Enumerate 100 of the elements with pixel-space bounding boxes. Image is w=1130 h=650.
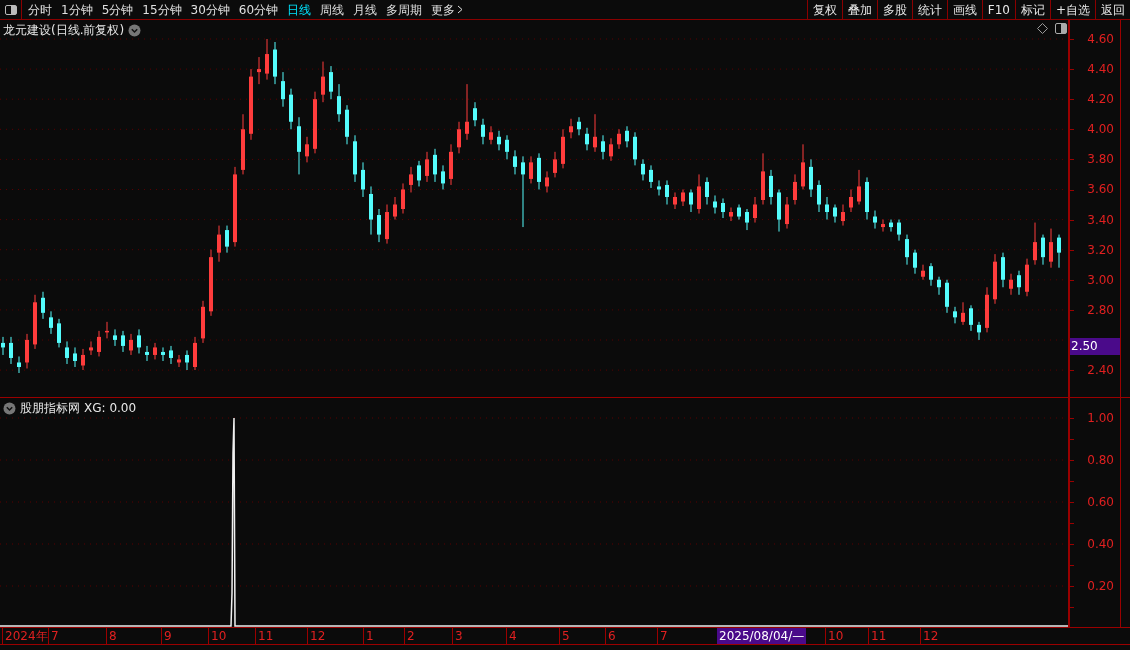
toolbar-button[interactable]: 返回 xyxy=(1095,0,1130,19)
period-tab[interactable]: 5分钟 xyxy=(101,0,134,19)
candle xyxy=(593,113,597,153)
time-axis-label: 10 xyxy=(825,628,844,644)
period-tab[interactable]: 月线 xyxy=(353,0,378,19)
candle xyxy=(353,134,357,183)
candle xyxy=(281,71,285,108)
toolbar-button[interactable]: 画线 xyxy=(946,0,982,19)
diamond-icon[interactable] xyxy=(1037,23,1048,34)
more-button[interactable]: 更多 xyxy=(431,0,464,19)
candle xyxy=(65,340,69,365)
candle xyxy=(465,83,469,141)
candle xyxy=(409,166,413,193)
candle xyxy=(289,88,293,130)
time-axis-label: 11 xyxy=(255,628,274,644)
period-tab[interactable]: 日线 xyxy=(287,0,312,19)
candle xyxy=(961,301,965,326)
candle xyxy=(1017,270,1021,296)
candle xyxy=(177,354,181,368)
candle xyxy=(793,173,797,205)
dropdown-icon[interactable] xyxy=(128,23,142,37)
toolbar-button[interactable]: F10 xyxy=(981,0,1015,19)
candle xyxy=(649,164,653,189)
time-axis-label: 10 xyxy=(208,628,227,644)
candle xyxy=(17,355,21,374)
time-axis-label: 6 xyxy=(605,628,616,644)
candle xyxy=(585,127,589,151)
candle xyxy=(817,179,821,213)
candle xyxy=(609,137,613,162)
price-label: 3.40 xyxy=(1087,212,1114,227)
time-axis-label: 8 xyxy=(106,628,117,644)
indicator-axis-label: 0.60 xyxy=(1087,495,1114,509)
candle xyxy=(625,125,629,148)
toolbar-button[interactable]: 标记 xyxy=(1014,0,1050,19)
time-axis-label: 7 xyxy=(657,628,668,644)
candle xyxy=(417,160,421,187)
time-axis-label: 11 xyxy=(868,628,887,644)
toolbar-button[interactable]: 叠加 xyxy=(841,0,877,19)
candle xyxy=(1009,273,1013,296)
candle xyxy=(1049,228,1053,269)
candle xyxy=(553,151,557,178)
candle xyxy=(209,249,213,317)
candle xyxy=(329,65,333,100)
candle xyxy=(89,340,93,356)
candle xyxy=(849,188,853,213)
candle xyxy=(1025,258,1029,297)
candle xyxy=(9,336,13,365)
toolbar-button[interactable]: 多股 xyxy=(876,0,912,19)
cursor-date-label: 2025/08/04/— xyxy=(717,628,807,644)
candle xyxy=(577,116,581,136)
candle xyxy=(337,83,341,123)
candle xyxy=(769,169,773,205)
candle xyxy=(633,131,637,166)
candle xyxy=(705,176,709,205)
price-label: 3.00 xyxy=(1087,272,1114,287)
candle xyxy=(665,179,669,205)
time-axis-label: 1 xyxy=(363,628,374,644)
price-label: 2.80 xyxy=(1087,302,1114,317)
candle xyxy=(41,291,45,320)
period-tab[interactable]: 周线 xyxy=(320,0,345,19)
candle xyxy=(121,330,125,353)
candle xyxy=(25,333,29,369)
toolbar-button[interactable]: 复权 xyxy=(806,0,842,19)
candle xyxy=(441,164,445,190)
candle xyxy=(985,286,989,333)
price-label: 3.60 xyxy=(1087,182,1114,197)
candle xyxy=(913,249,917,275)
panel-toggle-icon[interactable] xyxy=(1055,23,1067,34)
toolbar-button[interactable]: +自选 xyxy=(1049,0,1095,19)
candle xyxy=(161,346,165,362)
candle xyxy=(713,194,717,215)
period-tab[interactable]: 分时 xyxy=(28,0,52,19)
toolbar-button[interactable]: 统计 xyxy=(911,0,947,19)
dropdown-icon[interactable] xyxy=(3,401,16,415)
candle xyxy=(105,321,109,339)
candle xyxy=(129,333,133,356)
candle xyxy=(449,143,453,186)
period-tab[interactable]: 1分钟 xyxy=(61,0,93,19)
candle xyxy=(977,321,981,341)
candle xyxy=(169,345,173,365)
price-label: 3.80 xyxy=(1087,152,1114,167)
candle xyxy=(321,61,325,103)
candle xyxy=(201,300,205,344)
candle xyxy=(73,346,77,368)
candle xyxy=(897,219,901,242)
period-tab[interactable]: 多周期 xyxy=(386,0,423,19)
candle xyxy=(569,118,573,139)
candle xyxy=(113,328,117,347)
indicator-name: 股朋指标网 xyxy=(20,400,80,417)
candle xyxy=(929,262,933,287)
period-tab[interactable]: 60分钟 xyxy=(238,0,279,19)
period-tab[interactable]: 30分钟 xyxy=(190,0,230,19)
candle xyxy=(457,121,461,154)
candle xyxy=(945,279,949,314)
candle xyxy=(369,185,373,236)
time-axis-label: 4 xyxy=(506,628,517,644)
candle xyxy=(97,330,101,357)
chevron-right-icon xyxy=(457,5,464,14)
period-tab[interactable]: 15分钟 xyxy=(142,0,182,19)
candle xyxy=(489,125,493,145)
